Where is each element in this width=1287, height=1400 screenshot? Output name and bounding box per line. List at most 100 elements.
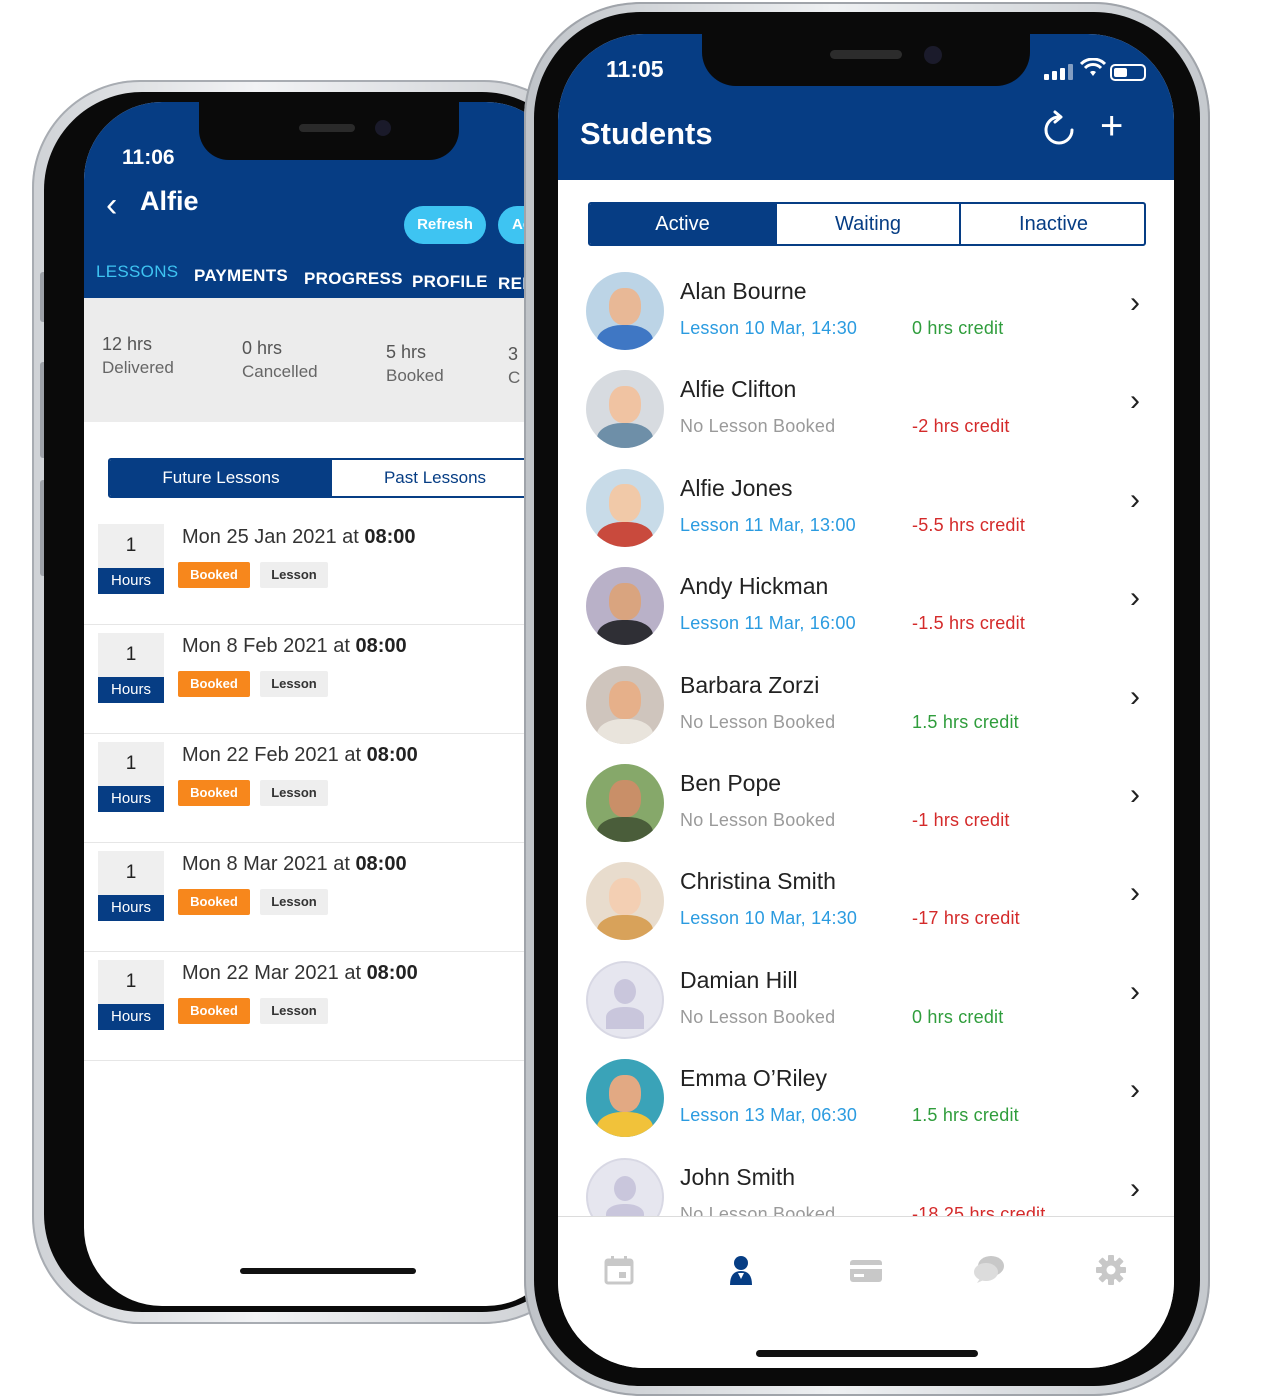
student-row[interactable]: Barbara Zorzi No Lesson Booked 1.5 hrs cre…	[558, 658, 1174, 756]
battery-icon	[1110, 64, 1146, 81]
segment-waiting[interactable]: Waiting	[775, 204, 961, 244]
lesson-time: 08:00	[364, 526, 416, 548]
hours-value: 1	[98, 851, 164, 895]
lesson-datetime: Mon 25 Jan 2021 at 08:00	[182, 526, 416, 549]
refresh-icon[interactable]	[1042, 110, 1076, 148]
phone-front: 11:05 Students + Active Waiting Inactive…	[524, 2, 1210, 1396]
lesson-date: Mon 22 Mar 2021 at	[182, 962, 361, 984]
refresh-button[interactable]: Refresh	[404, 206, 486, 244]
chevron-right-icon[interactable]: ›	[1130, 286, 1140, 320]
lesson-row[interactable]: 1 Hours Mon 25 Jan 2021 at 08:00 Booked Less…	[84, 516, 564, 625]
status-time: 11:06	[122, 146, 175, 169]
student-name: Barbara Zorzi	[680, 671, 820, 698]
hours-unit: Hours	[98, 1004, 164, 1030]
chevron-right-icon[interactable]: ›	[1130, 975, 1140, 1009]
lesson-date: Mon 25 Jan 2021 at	[182, 526, 359, 548]
next-lesson: Lesson 11 Mar, 13:00	[680, 514, 856, 535]
chevron-right-icon[interactable]: ›	[1130, 680, 1140, 714]
segment-active[interactable]: Active	[590, 204, 775, 244]
next-lesson: Lesson 13 Mar, 06:30	[680, 1105, 858, 1126]
next-lesson: Lesson 10 Mar, 14:30	[680, 318, 858, 338]
plus-icon[interactable]: +	[1100, 106, 1123, 146]
lesson-row[interactable]: 1 Hours Mon 8 Feb 2021 at 08:00 Booked Lesso…	[84, 625, 564, 734]
status-badge: Booked	[178, 889, 250, 915]
student-name: Christina Smith	[680, 868, 836, 895]
next-lesson: No Lesson Booked	[680, 711, 836, 732]
chevron-right-icon[interactable]: ›	[1130, 1073, 1140, 1107]
lesson-row[interactable]: 1 Hours Mon 22 Mar 2021 at 08:00 Booked Less…	[84, 952, 564, 1061]
avatar	[586, 567, 664, 646]
chevron-right-icon[interactable]: ›	[1130, 876, 1140, 910]
home-indicator	[756, 1350, 978, 1357]
chevron-right-icon[interactable]: ›	[1130, 1172, 1140, 1206]
avatar	[586, 370, 664, 449]
segment-inactive[interactable]: Inactive	[961, 204, 1144, 244]
page-title: Alfie	[140, 186, 199, 216]
lesson-row[interactable]: 1 Hours Mon 8 Mar 2021 at 08:00 Booked Lesso…	[84, 843, 564, 952]
tab-payments[interactable]: PAYMENTS	[194, 266, 288, 286]
avatar	[586, 468, 664, 547]
student-row[interactable]: John Smith No Lesson Booked -18.25 hrs cre…	[558, 1150, 1174, 1216]
student-name: John Smith	[680, 1163, 796, 1190]
student-row[interactable]: Christina Smith Lesson 10 Mar, 14:30 -17 h…	[558, 854, 1174, 952]
lesson-datetime: Mon 22 Mar 2021 at 08:00	[182, 962, 418, 985]
notch	[702, 34, 1030, 86]
student-row[interactable]: Emma O’Riley Lesson 13 Mar, 06:30 1.5 hrs …	[558, 1051, 1174, 1149]
settings-icon[interactable]	[1094, 1253, 1128, 1287]
status-time: 11:05	[606, 56, 664, 82]
student-row[interactable]: Ben Pope No Lesson Booked -1 hrs credit ›	[558, 756, 1174, 854]
hours-badge: 1 Hours	[98, 742, 164, 812]
lessons-segmented-control: Future Lessons Past Lessons	[108, 458, 538, 498]
avatar	[586, 862, 664, 941]
lesson-row[interactable]: 1 Hours Mon 22 Feb 2021 at 08:00 Booked Less…	[84, 734, 564, 843]
hours-unit: Hours	[98, 786, 164, 812]
lesson-time: 08:00	[366, 744, 418, 766]
tab-profile[interactable]: PROFILE	[412, 272, 488, 292]
segment-future-lessons[interactable]: Future Lessons	[110, 460, 332, 496]
chat-icon[interactable]	[972, 1253, 1006, 1287]
credit-balance: -2 hrs credit	[912, 416, 1010, 437]
lessons-header: 11:06 ‹ Alfie Refresh Ac LESSONS PAYMENT…	[84, 102, 564, 298]
lesson-datetime: Mon 22 Feb 2021 at 08:00	[182, 744, 418, 767]
lesson-date: Mon 8 Feb 2021 at	[182, 635, 350, 657]
chevron-right-icon[interactable]: ›	[1130, 581, 1140, 615]
student-row[interactable]: Alfie Clifton No Lesson Booked -2 hrs cred…	[558, 362, 1174, 460]
hours-badge: 1 Hours	[98, 524, 164, 594]
next-lesson: Lesson 11 Mar, 16:00	[680, 613, 856, 634]
chevron-right-icon[interactable]: ›	[1130, 778, 1140, 812]
lesson-datetime: Mon 8 Mar 2021 at 08:00	[182, 853, 407, 876]
stat-cancelled: 0 hrs Cancelled	[242, 338, 318, 381]
payment-card-icon[interactable]	[848, 1253, 884, 1287]
page-title: Students	[580, 116, 713, 151]
student-row[interactable]: Andy Hickman Lesson 11 Mar, 16:00 -1.5 hrs…	[558, 559, 1174, 657]
status-badge: Booked	[178, 671, 250, 697]
student-row[interactable]: Alfie Jones Lesson 11 Mar, 13:00 -5.5 hrs …	[558, 461, 1174, 559]
students-header: 11:05 Students +	[558, 34, 1174, 180]
credit-balance: -1.5 hrs credit	[912, 613, 1026, 634]
status-badge: Booked	[178, 562, 250, 588]
credit-balance: -1 hrs credit	[912, 809, 1010, 830]
next-lesson: Lesson 10 Mar, 14:30	[680, 908, 858, 929]
student-icon[interactable]	[724, 1253, 758, 1287]
lesson-date: Mon 22 Feb 2021 at	[182, 744, 362, 766]
chevron-left-icon[interactable]: ‹	[106, 188, 117, 222]
student-name: Alan Bourne	[680, 278, 807, 304]
student-row[interactable]: Alan Bourne Lesson 10 Mar, 14:30 0 hrs cre…	[558, 264, 1174, 362]
calendar-icon[interactable]	[602, 1253, 636, 1287]
hours-value: 1	[98, 742, 164, 786]
chevron-right-icon[interactable]: ›	[1130, 483, 1140, 517]
tab-progress[interactable]: PROGRESS	[304, 269, 403, 289]
hours-unit: Hours	[98, 568, 164, 594]
credit-balance: 0 hrs credit	[912, 1006, 1004, 1027]
tab-lessons[interactable]: LESSONS	[96, 262, 178, 282]
type-badge: Lesson	[260, 780, 328, 806]
stat-delivered: 12 hrs Delivered	[102, 334, 174, 377]
hours-unit: Hours	[98, 895, 164, 921]
chevron-right-icon[interactable]: ›	[1130, 384, 1140, 418]
lesson-list: 1 Hours Mon 25 Jan 2021 at 08:00 Booked Less…	[84, 516, 564, 1061]
stat-other: 3C	[508, 344, 521, 387]
student-row[interactable]: Damian Hill No Lesson Booked 0 hrs credit ›	[558, 953, 1174, 1051]
segment-past-lessons[interactable]: Past Lessons	[332, 460, 536, 496]
hours-unit: Hours	[98, 677, 164, 703]
hours-value: 1	[98, 633, 164, 677]
